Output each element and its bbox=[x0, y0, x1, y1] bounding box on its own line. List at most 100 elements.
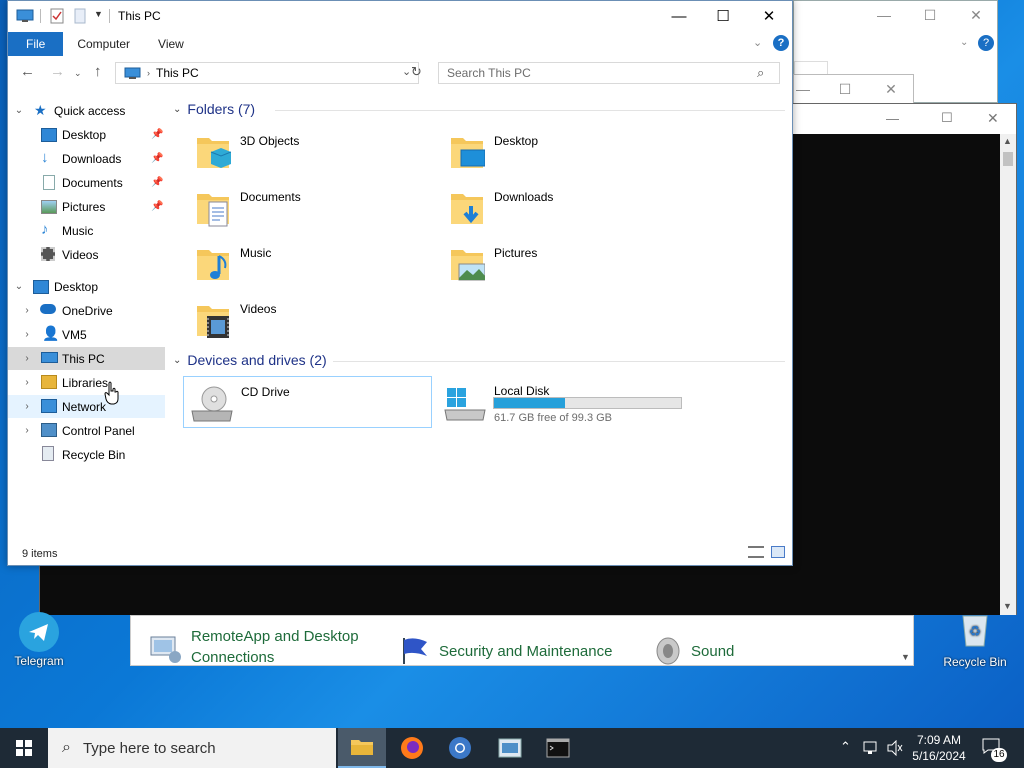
address-bar[interactable]: › This PC ⌄ bbox=[115, 62, 419, 84]
pin-icon[interactable]: 📌 bbox=[151, 129, 163, 140]
properties-icon[interactable] bbox=[50, 8, 64, 24]
music-folder-icon bbox=[197, 250, 229, 280]
maximize-icon[interactable]: ☐ bbox=[907, 7, 953, 24]
tab-file[interactable]: File bbox=[8, 32, 64, 56]
chevron-right-icon[interactable]: › bbox=[21, 305, 33, 316]
nav-item-control-panel[interactable]: › Control Panel bbox=[8, 419, 165, 442]
forward-icon[interactable]: → bbox=[50, 63, 65, 80]
notification-center-button[interactable]: 16 bbox=[980, 736, 1008, 762]
show-hidden-icons-icon[interactable]: ⌃ bbox=[840, 739, 851, 755]
nav-item-documents-qa[interactable]: Documents 📌 bbox=[8, 171, 165, 194]
cp-item-sound[interactable]: Sound bbox=[653, 636, 734, 666]
help-icon[interactable]: ? bbox=[978, 35, 994, 51]
cp-item-remoteapp[interactable]: RemoteApp and Desktop Connections bbox=[149, 628, 381, 668]
new-folder-icon[interactable] bbox=[74, 8, 86, 24]
desktop-icon-telegram[interactable]: Telegram bbox=[10, 612, 68, 668]
folder-3d-objects[interactable]: 3D Objects bbox=[173, 126, 403, 178]
nav-item-this-pc[interactable]: › This PC bbox=[8, 347, 165, 370]
close-icon[interactable]: ✕ bbox=[953, 7, 999, 24]
close-icon[interactable]: ✕ bbox=[987, 110, 999, 127]
vertical-scrollbar[interactable]: ▲ ▼ bbox=[1000, 134, 1016, 615]
close-button[interactable]: ✕ bbox=[746, 1, 792, 31]
maximize-icon[interactable]: ☐ bbox=[941, 110, 953, 126]
search-icon[interactable]: ⌕ bbox=[757, 65, 764, 81]
ribbon-expand-icon[interactable]: ⌄ bbox=[753, 36, 762, 49]
folder-documents[interactable]: Documents bbox=[173, 182, 403, 234]
folder-music[interactable]: Music bbox=[173, 238, 403, 290]
nav-item-downloads-qa[interactable]: ↓ Downloads 📌 bbox=[8, 147, 165, 170]
close-icon[interactable]: ✕ bbox=[868, 81, 914, 98]
folder-desktop[interactable]: Desktop bbox=[427, 126, 657, 178]
help-icon[interactable]: ? bbox=[773, 35, 789, 51]
nav-item-videos-qa[interactable]: Videos bbox=[8, 243, 165, 266]
tab-view[interactable]: View bbox=[144, 32, 198, 56]
cp-item-security[interactable]: Security and Maintenance bbox=[399, 636, 612, 666]
chevron-right-icon[interactable]: › bbox=[21, 353, 33, 364]
chevron-down-icon[interactable]: ⌄ bbox=[13, 105, 25, 116]
scroll-thumb[interactable] bbox=[1003, 152, 1013, 166]
taskbar-file-explorer[interactable] bbox=[338, 728, 386, 768]
chevron-down-icon[interactable]: ⌄ bbox=[173, 104, 181, 115]
start-button[interactable] bbox=[0, 728, 48, 768]
taskbar-firefox[interactable] bbox=[388, 728, 436, 768]
chevron-down-icon[interactable]: ⌄ bbox=[13, 281, 25, 292]
pin-icon[interactable]: 📌 bbox=[151, 177, 163, 188]
up-icon[interactable]: ↑ bbox=[94, 63, 102, 80]
pin-icon[interactable]: 📌 bbox=[151, 153, 163, 164]
system-clock[interactable]: 7:09 AM 5/16/2024 bbox=[906, 732, 972, 764]
recent-locations-icon[interactable]: ⌄ bbox=[74, 68, 82, 79]
minimize-icon[interactable]: — bbox=[861, 7, 907, 23]
scroll-down-icon[interactable]: ▼ bbox=[901, 652, 910, 662]
nav-item-libraries[interactable]: › Libraries bbox=[8, 371, 165, 394]
maximize-button[interactable]: ☐ bbox=[700, 1, 746, 31]
nav-item-pictures-qa[interactable]: Pictures 📌 bbox=[8, 195, 165, 218]
chevron-right-icon[interactable]: › bbox=[21, 425, 33, 436]
folder-videos[interactable]: Videos bbox=[173, 294, 403, 346]
back-icon[interactable]: ← bbox=[20, 63, 35, 80]
network-status-icon[interactable] bbox=[862, 740, 880, 756]
nav-item-quick-access[interactable]: ⌄ ★ Quick access bbox=[8, 99, 165, 122]
folder-downloads[interactable]: Downloads bbox=[427, 182, 657, 234]
maximize-icon[interactable]: ☐ bbox=[822, 81, 868, 98]
search-input[interactable]: Search This PC ⌕ bbox=[438, 62, 780, 84]
address-dropdown-icon[interactable]: ⌄ bbox=[402, 65, 411, 78]
title-bar[interactable]: ▼ This PC — ☐ ✕ bbox=[8, 1, 792, 31]
chevron-down-icon[interactable]: ⌄ bbox=[960, 37, 968, 48]
taskbar-control-panel[interactable] bbox=[486, 728, 534, 768]
refresh-icon[interactable]: ↻ bbox=[411, 64, 422, 80]
chevron-right-icon[interactable]: › bbox=[21, 401, 33, 412]
drive-local-disk[interactable]: Local Disk 61.7 GB free of 99.3 GB bbox=[437, 376, 697, 428]
customize-qat-icon[interactable]: ▼ bbox=[94, 9, 103, 19]
chevron-down-icon[interactable]: ⌄ bbox=[173, 355, 181, 366]
drive-cd[interactable]: CD Drive bbox=[183, 376, 432, 428]
minimize-button[interactable]: — bbox=[656, 1, 702, 31]
file-explorer-window: ▼ This PC — ☐ ✕ File Computer View ⌄ ? ←… bbox=[7, 0, 793, 566]
folders-group-header[interactable]: ⌄ Folders (7) bbox=[173, 101, 785, 117]
nav-label: Recycle Bin bbox=[62, 447, 126, 462]
chevron-right-icon[interactable]: › bbox=[21, 329, 33, 340]
devices-group-header[interactable]: ⌄ Devices and drives (2) bbox=[173, 352, 785, 368]
desktop-icon-recycle-bin[interactable]: ♻ Recycle Bin bbox=[940, 612, 1010, 669]
nav-item-desktop-root[interactable]: ⌄ Desktop bbox=[8, 275, 165, 298]
nav-item-desktop-qa[interactable]: Desktop 📌 bbox=[8, 123, 165, 146]
nav-item-onedrive[interactable]: › OneDrive bbox=[8, 299, 165, 322]
tab-computer[interactable]: Computer bbox=[63, 32, 144, 56]
scroll-up-icon[interactable]: ▲ bbox=[1003, 136, 1012, 146]
large-icons-view-icon[interactable] bbox=[771, 546, 785, 558]
nav-item-music-qa[interactable]: ♪ Music bbox=[8, 219, 165, 242]
minimize-icon[interactable]: — bbox=[886, 111, 899, 126]
pin-icon[interactable]: 📌 bbox=[151, 201, 163, 212]
details-view-icon[interactable] bbox=[748, 546, 764, 558]
breadcrumb-this-pc[interactable]: This PC bbox=[156, 66, 199, 80]
scroll-down-icon[interactable]: ▼ bbox=[1003, 601, 1012, 611]
volume-muted-icon[interactable] bbox=[886, 740, 904, 756]
taskbar-search-box[interactable]: ⌕ Type here to search bbox=[48, 728, 336, 768]
folder-pictures[interactable]: Pictures bbox=[427, 238, 657, 290]
taskbar-chromium[interactable] bbox=[436, 728, 484, 768]
ribbon-tabs: File Computer View ⌄ ? bbox=[8, 32, 792, 56]
nav-item-network[interactable]: › Network bbox=[8, 395, 165, 418]
taskbar-command-prompt[interactable] bbox=[534, 728, 582, 768]
chevron-right-icon[interactable]: › bbox=[21, 377, 33, 388]
nav-item-recycle-bin[interactable]: Recycle Bin bbox=[8, 443, 165, 466]
nav-item-vm5[interactable]: › 👤 VM5 bbox=[8, 323, 165, 346]
